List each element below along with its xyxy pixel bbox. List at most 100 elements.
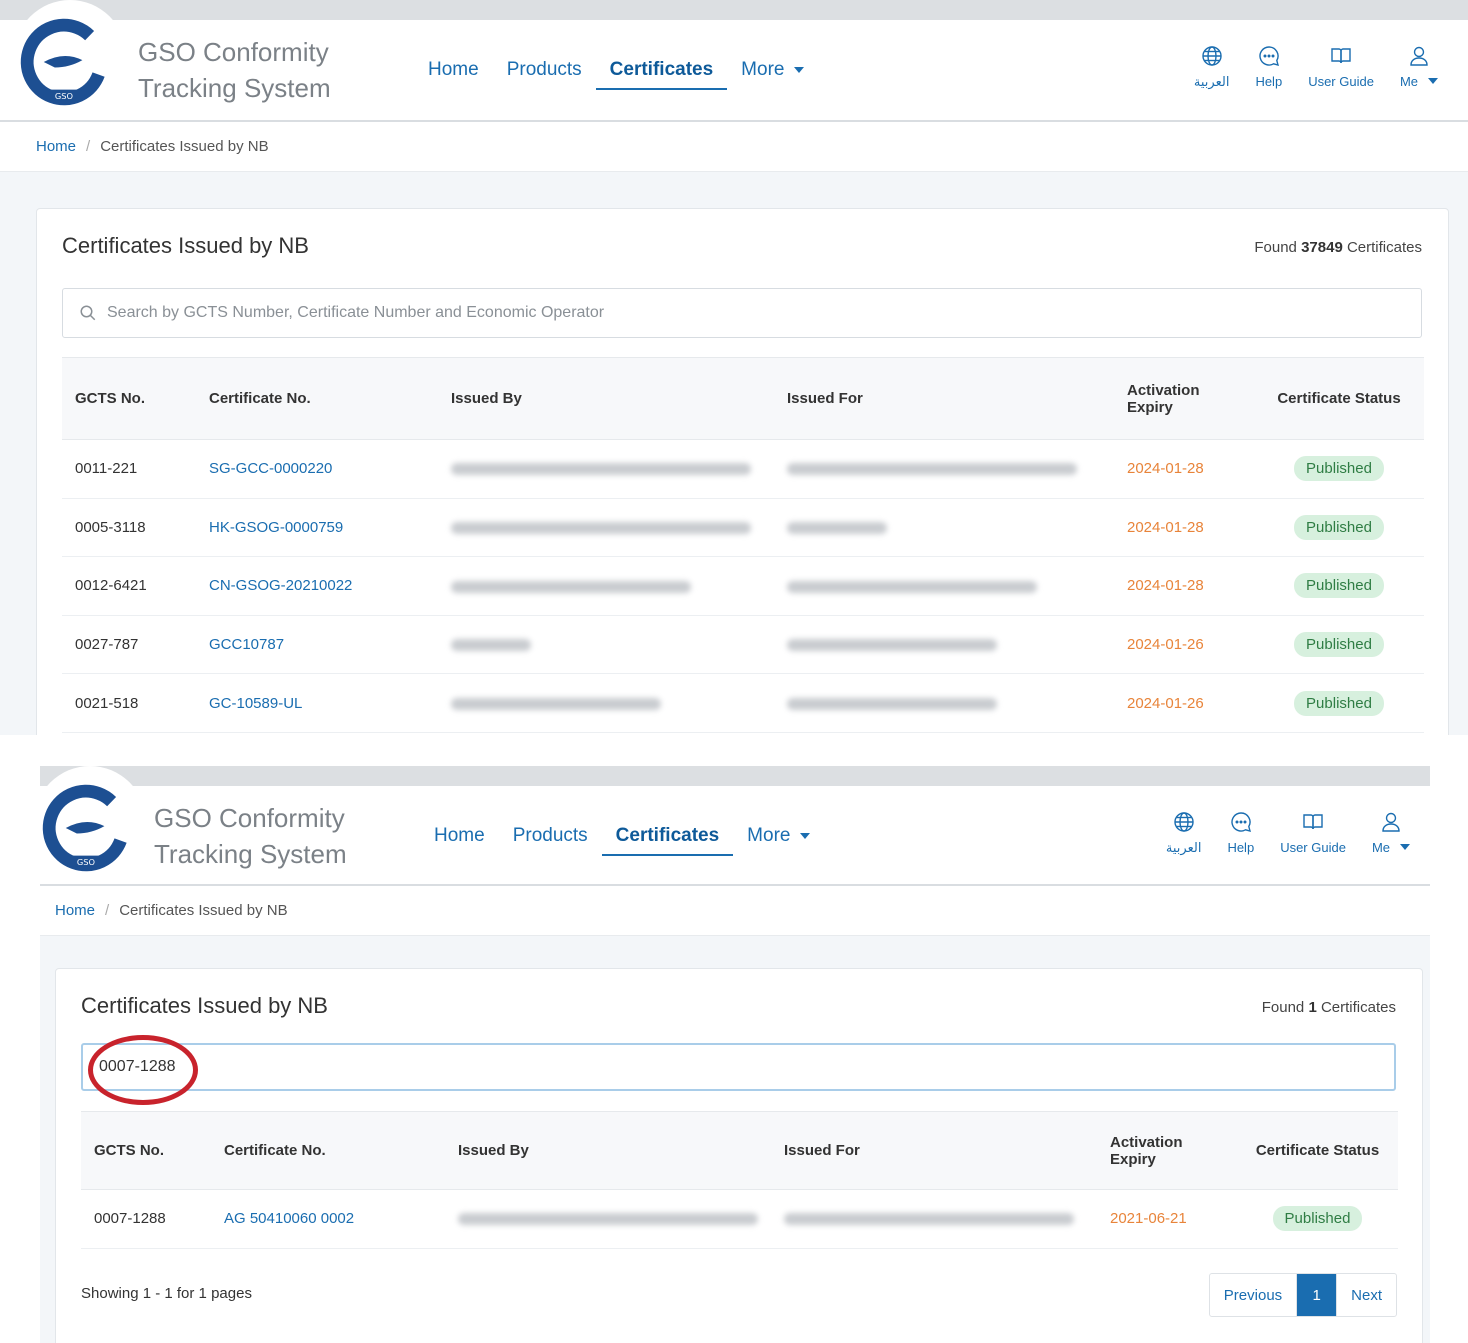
col-gcts: GCTS No. (81, 1111, 211, 1190)
user-icon (1410, 46, 1428, 66)
results-count: Found 37849 Certificates (1254, 239, 1422, 256)
caret-down-icon (1428, 78, 1438, 84)
next-page-button[interactable]: Next (1336, 1274, 1396, 1316)
browser-strip (40, 766, 1430, 786)
brand-line1: GSO Conformity (138, 37, 329, 67)
certificate-link[interactable]: CN-GSOG-20210022 (209, 577, 352, 594)
page-title: Certificates Issued by NB (81, 993, 328, 1018)
certificates-table: GCTS No. Certificate No. Issued By Issue… (81, 1111, 1398, 1249)
redacted-issuer (451, 521, 751, 534)
nav-home[interactable]: Home (414, 20, 493, 120)
status-badge: Published (1294, 456, 1384, 482)
me-text: Me (1371, 840, 1390, 855)
status-badge: Published (1294, 632, 1384, 658)
certificate-link[interactable]: HK-GSOG-0000759 (209, 519, 343, 536)
redacted-recipient (787, 639, 997, 652)
language-label: العربية (1193, 74, 1230, 89)
found-suffix: Certificates (1320, 999, 1396, 1016)
cell-expiry: 2024-01-28 (1114, 439, 1254, 499)
site-header: GSO GSO Conformity Tracking System Home … (0, 0, 1468, 122)
redacted-recipient (787, 580, 1037, 593)
nav-certificates[interactable]: Certificates (601, 786, 734, 886)
user-guide-button[interactable]: User Guide (1280, 810, 1346, 856)
site-header: GSO GSO Conformity Tracking System Home … (40, 766, 1430, 886)
results-count: Found 1 Certificates (1262, 999, 1396, 1016)
col-activation-expiry: Activation Expiry (1097, 1111, 1237, 1190)
found-count: 37849 (1301, 239, 1343, 256)
annotation-circle (88, 1035, 198, 1105)
cell-gcts: 0007-1288 (81, 1189, 211, 1249)
status-badge: Published (1294, 514, 1384, 540)
certificate-link[interactable]: AG 50410060 0002 (224, 1210, 354, 1227)
me-menu-button[interactable]: Me (1372, 810, 1410, 856)
redacted-recipient (787, 463, 1077, 476)
browser-strip (0, 0, 1468, 20)
language-button[interactable]: العربية (1165, 810, 1202, 856)
found-prefix: Found (1261, 999, 1305, 1016)
breadcrumb-home[interactable]: Home (55, 902, 95, 919)
utility-nav: العربية Help User Guide Me (1140, 810, 1410, 856)
nav-certificates[interactable]: Certificates (595, 20, 728, 120)
cell-expiry: 2024-01-26 (1114, 673, 1254, 733)
col-issued-for: Issued For (774, 357, 1114, 440)
certificate-link[interactable]: SG-GCC-0000220 (209, 460, 332, 477)
found-count: 1 (1308, 999, 1317, 1016)
user-guide-button[interactable]: User Guide (1308, 44, 1374, 90)
help-button[interactable]: Help (1227, 810, 1254, 856)
main-nav: Home Products Certificates More (414, 20, 818, 120)
col-gcts: GCTS No. (62, 357, 196, 440)
previous-page-button[interactable]: Previous (1210, 1274, 1296, 1316)
help-label: Help (1255, 74, 1283, 89)
user-icon (1382, 812, 1400, 832)
pagination-summary: Showing 1 - 1 for 1 pages (81, 1285, 252, 1302)
certificate-link[interactable]: GC-10589-UL (209, 695, 302, 712)
me-menu-button[interactable]: Me (1400, 44, 1438, 90)
help-button[interactable]: Help (1255, 44, 1282, 90)
table-header-row: GCTS No. Certificate No. Issued By Issue… (62, 357, 1424, 440)
nav-products[interactable]: Products (499, 786, 602, 886)
svg-text:GSO: GSO (55, 91, 74, 101)
utility-nav: العربية Help User Guide Me (1168, 44, 1438, 90)
breadcrumb-separator: / (105, 902, 110, 919)
certificate-link[interactable]: GCC10787 (209, 636, 284, 653)
gso-logo[interactable]: GSO (18, 16, 110, 108)
search-input[interactable] (107, 304, 1421, 322)
nav-products[interactable]: Products (493, 20, 596, 120)
col-issued-for: Issued For (771, 1111, 1097, 1190)
col-issued-by: Issued By (438, 357, 774, 440)
nav-home[interactable]: Home (420, 786, 499, 886)
table-header-row: GCTS No. Certificate No. Issued By Issue… (81, 1111, 1398, 1190)
redacted-issuer (458, 1213, 758, 1226)
language-label: العربية (1165, 840, 1202, 855)
cell-expiry: 2024-01-28 (1114, 556, 1254, 616)
search-box (81, 1043, 1396, 1091)
redacted-issuer (451, 639, 531, 652)
col-certificate-no: Certificate No. (196, 357, 438, 440)
nav-more[interactable]: More (733, 786, 824, 886)
found-suffix: Certificates (1346, 239, 1422, 256)
page-title: Certificates Issued by NB (62, 233, 309, 258)
col-certificate-no: Certificate No. (211, 1111, 445, 1190)
certificates-card: Certificates Issued by NB Found 37849 Ce… (36, 208, 1449, 735)
svg-text:GSO: GSO (77, 857, 96, 867)
cell-gcts: 0005-3118 (62, 498, 196, 558)
status-badge: Published (1272, 1206, 1363, 1232)
language-button[interactable]: العربية (1193, 44, 1230, 90)
redacted-issuer (451, 697, 661, 710)
chat-bubble-icon (1231, 812, 1251, 832)
status-badge: Published (1294, 690, 1384, 716)
redacted-recipient (787, 521, 887, 534)
nav-more[interactable]: More (727, 20, 818, 120)
table-row: 0005-3118 HK-GSOG-0000759 2024-01-28 Pub… (62, 498, 1424, 558)
col-certificate-status: Certificate Status (1237, 1111, 1398, 1190)
chat-bubble-icon (1259, 46, 1279, 66)
breadcrumb-current: Certificates Issued by NB (119, 902, 288, 919)
user-guide-label: User Guide (1308, 74, 1374, 89)
cell-gcts: 0012-6421 (62, 556, 196, 616)
search-input[interactable] (99, 1058, 1394, 1076)
gso-logo[interactable]: GSO (40, 782, 132, 874)
me-text: Me (1399, 74, 1418, 89)
redacted-recipient (787, 697, 997, 710)
breadcrumb-home[interactable]: Home (36, 138, 76, 155)
page-1-button[interactable]: 1 (1296, 1274, 1337, 1316)
